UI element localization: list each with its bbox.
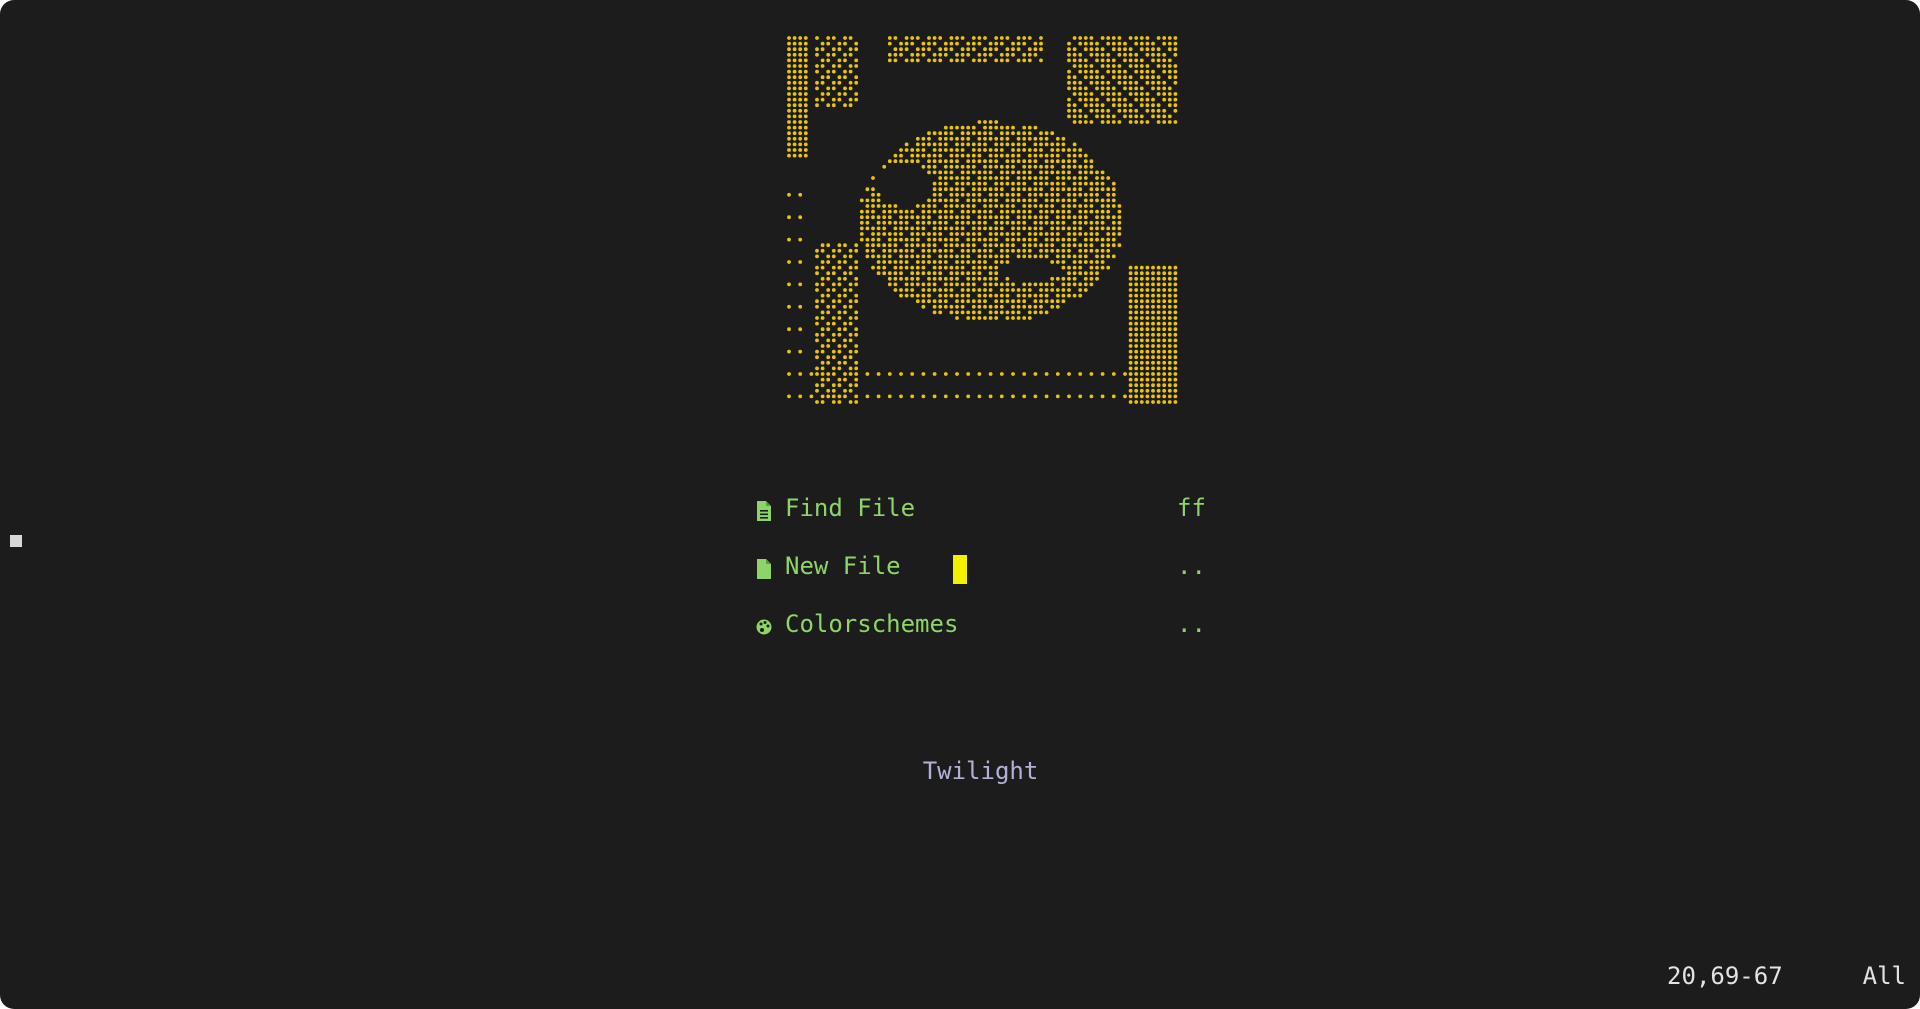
text-cursor [953,555,967,584]
menu-item-label: New File [785,552,901,580]
cursor-position: 20,69-67 [1667,962,1783,990]
braille-art-banner [787,36,1178,404]
status-line: 20,69-67 All [1667,962,1906,990]
sign-column-marker [10,535,22,547]
menu-item-label: Find File [785,494,916,522]
dashboard-menu: Find File ff New File .. Colorschemes .. [754,486,1234,660]
menu-item-new-file[interactable]: New File .. [754,544,1234,602]
menu-item-find-file[interactable]: Find File ff [754,486,1234,544]
menu-item-shortcut: .. [1177,610,1206,638]
menu-item-shortcut: .. [1177,552,1206,580]
terminal-window: Find File ff New File .. Colorschemes ..… [0,0,1920,1009]
file-icon [757,559,771,579]
file-text-icon [757,501,771,521]
menu-item-shortcut: ff [1177,494,1206,522]
menu-item-colorschemes[interactable]: Colorschemes .. [754,602,1234,660]
dashboard-footer: Twilight [922,757,1039,785]
scroll-indicator: All [1862,962,1906,990]
palette-icon [756,619,772,635]
menu-item-label: Colorschemes [785,610,959,638]
